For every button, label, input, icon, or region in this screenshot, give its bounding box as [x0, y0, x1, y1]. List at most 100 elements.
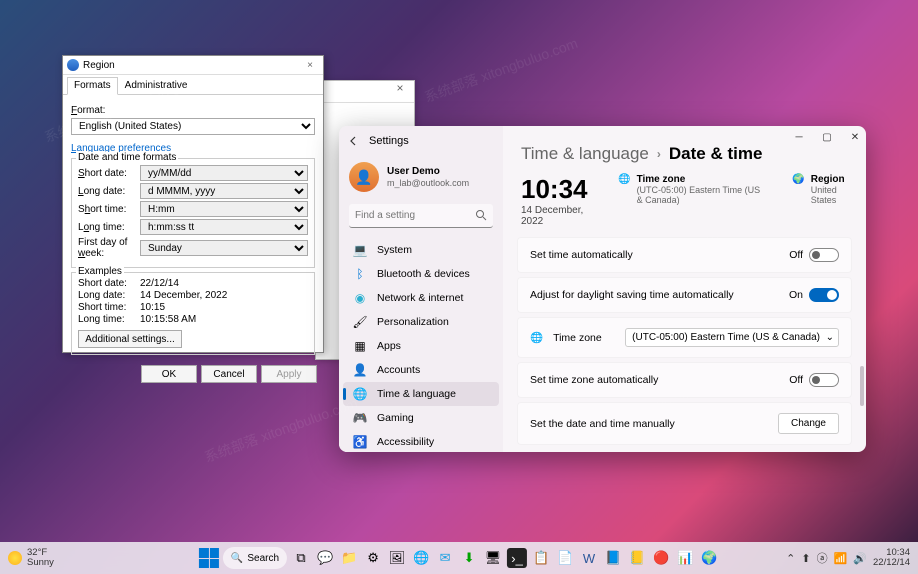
tray-icon[interactable]: ⬆ — [801, 552, 810, 565]
long-date-select[interactable]: d MMMM, yyyy — [140, 183, 308, 199]
task-view-icon[interactable]: ⧉ — [291, 548, 311, 568]
short-time-select[interactable]: H:mm — [140, 201, 308, 217]
format-select[interactable]: English (United States) — [71, 118, 315, 135]
wifi-icon: ◉ — [353, 291, 367, 305]
format-label: Format: — [71, 105, 315, 116]
settings-sidebar: Settings 👤 User Demo m_lab@outlook.com 💻… — [339, 126, 503, 452]
user-email: m_lab@outlook.com — [387, 178, 469, 190]
explorer-icon[interactable]: 📁 — [339, 548, 359, 568]
region-tabs: Formats Administrative — [63, 75, 323, 95]
app-icon[interactable]: ✉ — [435, 548, 455, 568]
start-button[interactable] — [199, 548, 219, 568]
timezone-select[interactable]: (UTC-05:00) Eastern Time (US & Canada) ⌄ — [625, 328, 839, 347]
setting-auto-time: Set time automatically Off — [517, 237, 852, 273]
nav-personalization[interactable]: 🖌Personalization — [339, 310, 503, 334]
close-button[interactable]: ✕ — [848, 132, 862, 143]
setting-auto-timezone: Set time zone automatically Off — [517, 362, 852, 398]
globe-icon — [67, 59, 79, 71]
nav-accounts[interactable]: 👤Accounts — [339, 358, 503, 382]
region-titlebar: Region × — [63, 56, 323, 75]
avatar: 👤 — [349, 162, 379, 192]
close-icon[interactable]: × — [301, 60, 319, 71]
nav-gaming[interactable]: 🎮Gaming — [339, 406, 503, 430]
setting-dst: Adjust for daylight saving time automati… — [517, 277, 852, 313]
language-icon[interactable]: ⓐ — [817, 550, 828, 566]
gamepad-icon: 🎮 — [353, 411, 367, 425]
date-time-formats-group: Date and time formats Short date:yy/MM/d… — [71, 158, 315, 268]
person-icon: 👤 — [353, 363, 367, 377]
sun-icon — [8, 551, 22, 565]
bluetooth-icon: ᛒ — [353, 267, 367, 281]
search-input[interactable] — [349, 204, 493, 228]
chat-icon[interactable]: 💬 — [315, 548, 335, 568]
chevron-right-icon: › — [657, 147, 661, 161]
long-time-select[interactable]: h:mm:ss tt — [140, 219, 308, 235]
settings-icon[interactable]: ⚙ — [363, 548, 383, 568]
app-icon[interactable]: 📒 — [627, 548, 647, 568]
app-icon[interactable]: 📋 — [531, 548, 551, 568]
tab-formats[interactable]: Formats — [67, 77, 118, 95]
globe-icon: 🌐 — [618, 174, 630, 205]
apply-button[interactable]: Apply — [261, 365, 317, 383]
terminal-icon[interactable]: ›_ — [507, 548, 527, 568]
back-button[interactable] — [347, 134, 361, 148]
chevron-up-icon[interactable]: ⌃ — [786, 552, 795, 565]
nav-apps[interactable]: ▦Apps — [339, 334, 503, 358]
chrome-icon[interactable]: 🔴 — [651, 548, 671, 568]
region-dialog: Region × Formats Administrative Format: … — [62, 55, 324, 353]
setting-manual-time: Set the date and time manually Change — [517, 402, 852, 445]
nav-bluetooth[interactable]: ᛒBluetooth & devices — [339, 262, 503, 286]
nav-system[interactable]: 💻System — [339, 238, 503, 262]
auto-tz-toggle[interactable] — [809, 373, 839, 387]
weather-widget[interactable]: 32°FSunny — [8, 548, 54, 569]
region-info[interactable]: 🌍 RegionUnited States — [792, 174, 848, 205]
taskbar-search[interactable]: 🔍Search — [223, 547, 287, 569]
app-icon[interactable]: 🖥 — [483, 548, 503, 568]
nav-time-language[interactable]: 🌐Time & language — [343, 382, 499, 406]
region-title: Region — [83, 60, 115, 71]
app-icon[interactable]: 📄 — [555, 548, 575, 568]
app-title: Settings — [369, 135, 409, 147]
system-tray: ⌃ ⬆ ⓐ 📶 🔊 10:34 22/12/14 — [786, 548, 910, 569]
dst-toggle[interactable] — [809, 288, 839, 302]
accessibility-icon: ♿ — [353, 435, 367, 449]
word-icon[interactable]: W — [579, 548, 599, 568]
additional-settings-button[interactable]: Additional settings... — [78, 330, 182, 348]
short-date-select[interactable]: yy/MM/dd — [140, 165, 308, 181]
tab-administrative[interactable]: Administrative — [118, 77, 195, 94]
cancel-button[interactable]: Cancel — [201, 365, 257, 383]
globe-icon[interactable]: 🌍 — [699, 548, 719, 568]
settings-main: ─ ▢ ✕ Time & language › Date & time 10:3… — [503, 126, 866, 452]
app-icon[interactable]: 🖼 — [387, 548, 407, 568]
timezone-info[interactable]: 🌐 Time zone(UTC-05:00) Eastern Time (US … — [618, 174, 762, 205]
chevron-down-icon: ⌄ — [826, 332, 834, 343]
close-icon[interactable]: × — [386, 81, 414, 102]
app-icon[interactable]: 📘 — [603, 548, 623, 568]
search-container — [349, 204, 493, 228]
volume-icon[interactable]: 🔊 — [853, 552, 867, 565]
edge-icon[interactable]: 🌐 — [411, 548, 431, 568]
taskbar-clock[interactable]: 10:34 22/12/14 — [873, 548, 910, 569]
ok-button[interactable]: OK — [141, 365, 197, 383]
first-day-select[interactable]: Sunday — [140, 240, 308, 256]
setting-timezone: 🌐Time zone (UTC-05:00) Eastern Time (US … — [517, 317, 852, 358]
search-icon: 🔍 — [231, 553, 243, 564]
globe-clock-icon: 🌐 — [353, 387, 367, 401]
maximize-button[interactable]: ▢ — [820, 132, 834, 143]
change-button[interactable]: Change — [778, 413, 839, 434]
nav-accessibility[interactable]: ♿Accessibility — [339, 430, 503, 452]
auto-time-toggle[interactable] — [809, 248, 839, 262]
scrollbar[interactable] — [860, 366, 864, 406]
settings-window: Settings 👤 User Demo m_lab@outlook.com 💻… — [339, 126, 866, 452]
examples-group: Examples Short date:22/12/14 Long date:1… — [71, 272, 315, 355]
app-icon[interactable]: ⬇ — [459, 548, 479, 568]
app-icon[interactable]: 📊 — [675, 548, 695, 568]
taskbar: 32°FSunny 🔍Search ⧉ 💬 📁 ⚙ 🖼 🌐 ✉ ⬇ 🖥 ›_ 📋… — [0, 542, 918, 574]
user-name: User Demo — [387, 165, 469, 178]
breadcrumb-parent[interactable]: Time & language — [521, 144, 649, 164]
user-profile[interactable]: 👤 User Demo m_lab@outlook.com — [339, 156, 503, 198]
wifi-icon[interactable]: 📶 — [834, 552, 848, 565]
search-icon — [475, 209, 487, 221]
nav-network[interactable]: ◉Network & internet — [339, 286, 503, 310]
minimize-button[interactable]: ─ — [792, 132, 806, 143]
